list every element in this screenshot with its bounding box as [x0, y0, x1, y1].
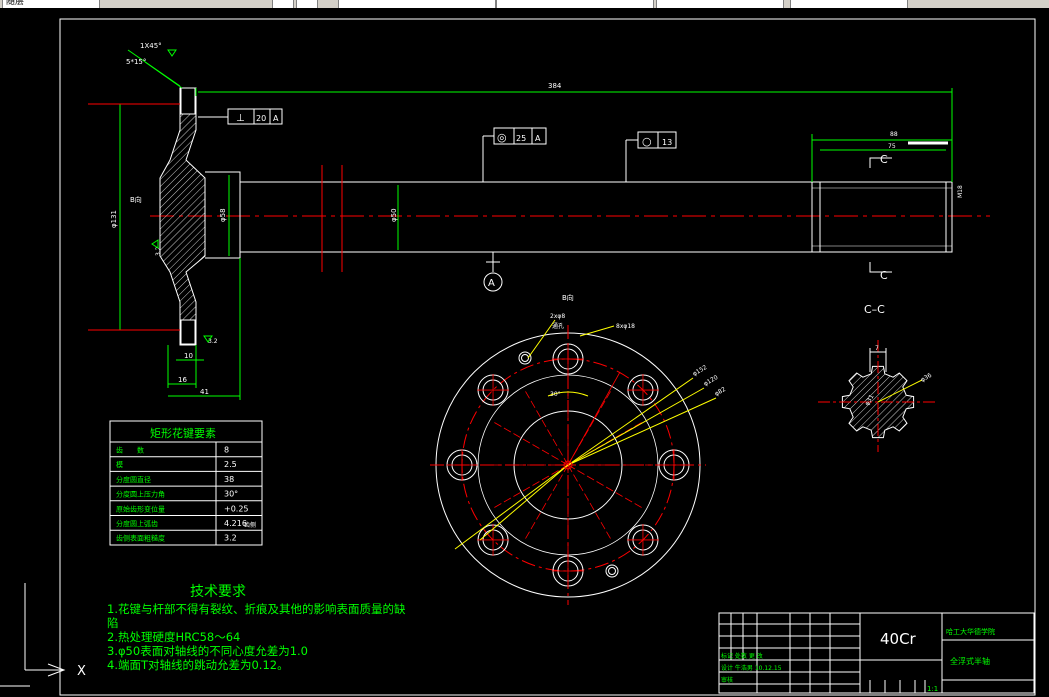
spline-extra-note: 齿侧 — [244, 521, 256, 529]
toolbar-button[interactable] — [272, 0, 294, 8]
cylindricity-frame: ○ 13 — [625, 131, 677, 182]
spline-row-value: 2.5 — [224, 460, 237, 469]
small-hole-1 — [518, 351, 532, 365]
flange-d3: φ82 — [714, 386, 728, 398]
tb-row1: 标记 处数 更 改 — [721, 652, 763, 660]
tech-requirements: 技术要求 1.花键与杆部不得有裂纹、折痕及其他的影响表面质量的缺陷2.热处理硬度… — [107, 584, 406, 672]
datum-a-label: A — [488, 278, 495, 289]
tech-title: 技术要求 — [190, 584, 246, 600]
spline-row-label: 齿 数 — [116, 446, 144, 455]
spline-table: 矩形花键要素 齿 数 8 模 2.5 分度圆直径 38 分度圆上压力角 30° 原始齿形变位量 +… — [109, 420, 263, 546]
layer-label: 随层 — [6, 0, 25, 7]
perp-symbol: ⊥ — [236, 113, 245, 124]
color-dropdown[interactable] — [790, 0, 908, 8]
flange-b-view: B向 2xφ8 通孔 8xφ18 30° φ152 φ120 φ82 — [430, 293, 727, 605]
flange-hole-bottom — [180, 319, 196, 345]
conc-value: 25 — [516, 134, 526, 143]
dim-spline-length-top: 88 — [890, 131, 898, 138]
dim-thickness-10: 10 — [184, 352, 193, 360]
title-block — [718, 612, 1035, 694]
spline-table-title: 矩形花键要素 — [150, 426, 216, 440]
cc-dia-outer: φ36 — [920, 372, 934, 384]
section-cc-view: C–C 7 φ36 φ31 — [818, 303, 938, 452]
spline-row-label: 齿侧表面粗糙度 — [116, 534, 165, 543]
dim-flange-dia: φ131 — [110, 210, 118, 228]
tech-line: 2.热处理硬度HRC58～64 — [107, 630, 240, 644]
spline-end — [811, 181, 953, 253]
concentricity-frame: ◎ 25 A — [482, 127, 547, 182]
dim-overall-length: 384 — [548, 82, 562, 90]
cyl-symbol: ○ — [642, 135, 652, 148]
tb-school: 哈工大华德学院 — [946, 627, 995, 636]
cyl-value: 13 — [662, 138, 672, 147]
dim-thread: M18 — [957, 185, 964, 198]
spline-row-value: +0.25 — [224, 504, 249, 513]
large-hole-note: 8xφ18 — [616, 323, 635, 330]
spline-row-label: 分度圆上压力角 — [116, 490, 165, 499]
toolbar: 随层 — [0, 0, 1049, 8]
drawing-canvas[interactable]: 1X45° 5*15° 384 88 75 φ131 B向 φ58 φ50 10… — [0, 8, 1049, 697]
tech-line: 3.φ50表面对轴线的不同心度允差为1.0 — [107, 644, 308, 658]
lineweight-dropdown[interactable] — [496, 0, 654, 8]
toolbar-button[interactable] — [296, 0, 318, 8]
spline-row-label: 分度圆上弧齿 — [116, 519, 158, 528]
shaft-main-view: 1X45° 5*15° 384 88 75 φ131 B向 φ58 φ50 10… — [88, 42, 990, 400]
spline-row-value: 38 — [224, 475, 234, 484]
tech-line: 1.花键与杆部不得有裂纹、折痕及其他的影响表面质量的缺 — [107, 602, 406, 616]
spline-row-value: 8 — [224, 446, 229, 455]
small-hole-2 — [605, 564, 619, 578]
ucs-icon: X — [0, 583, 86, 687]
perp-value: 20 — [256, 114, 266, 123]
section-c-bottom: C — [880, 269, 888, 282]
linetype-dropdown[interactable] — [338, 0, 496, 8]
conc-datum: A — [535, 134, 541, 143]
dim-seat-angle: 5*15° — [126, 58, 146, 66]
perpendicularity-frame: ⊥ 20 A — [198, 108, 283, 125]
flange-d2: φ120 — [703, 374, 720, 388]
tb-material: 40Cr — [880, 630, 917, 648]
dim-spline-length-inner: 75 — [888, 143, 896, 150]
spline-row-value: 3.2 — [224, 534, 237, 543]
ucs-x-label: X — [77, 664, 86, 679]
section-c-top: C — [880, 153, 888, 166]
datum-a: A — [483, 252, 503, 292]
flange-view-title: B向 — [562, 293, 574, 302]
spline-row-value: 30° — [224, 490, 238, 499]
spline-row-label: 原始齿形变位量 — [116, 504, 165, 513]
dim-width-41: 41 — [200, 388, 209, 396]
section-cc-title: C–C — [864, 303, 885, 316]
tb-row3: 审核 — [721, 676, 733, 684]
dim-chamfer: 1X45° — [140, 42, 162, 50]
plotstyle-dropdown[interactable] — [656, 0, 784, 8]
layer-dropdown[interactable]: 随层 — [2, 0, 100, 8]
conc-symbol: ◎ — [497, 131, 507, 144]
spline-row-label: 模 — [116, 460, 123, 469]
small-hole-note-sub: 通孔 — [552, 322, 564, 330]
cc-width: 7 — [875, 345, 879, 352]
perp-datum: A — [273, 114, 279, 123]
tb-part-name: 全浮式半轴 — [950, 656, 990, 666]
spline-row-label: 分度圆直径 — [116, 475, 151, 484]
dim-thickness-16: 16 — [178, 376, 187, 384]
flange-d1: φ152 — [692, 364, 709, 378]
flange-hole-top — [180, 87, 196, 115]
tb-row2: 设计 牛浩男 10.12.15 — [721, 664, 782, 672]
tech-line: 4.端面T对轴线的跳动允差为0.12。 — [107, 658, 289, 672]
dim-shaft-dia: φ50 — [390, 208, 398, 222]
flange-angle: 30° — [550, 391, 561, 398]
tech-line: 陷 — [107, 616, 119, 630]
flange-section — [159, 87, 206, 346]
dim-view-b: B向 — [130, 195, 142, 204]
tb-scale: 1:1 — [927, 685, 938, 693]
small-hole-note: 2xφ8 — [550, 313, 565, 320]
dim-hub-dia: φ58 — [219, 208, 227, 222]
